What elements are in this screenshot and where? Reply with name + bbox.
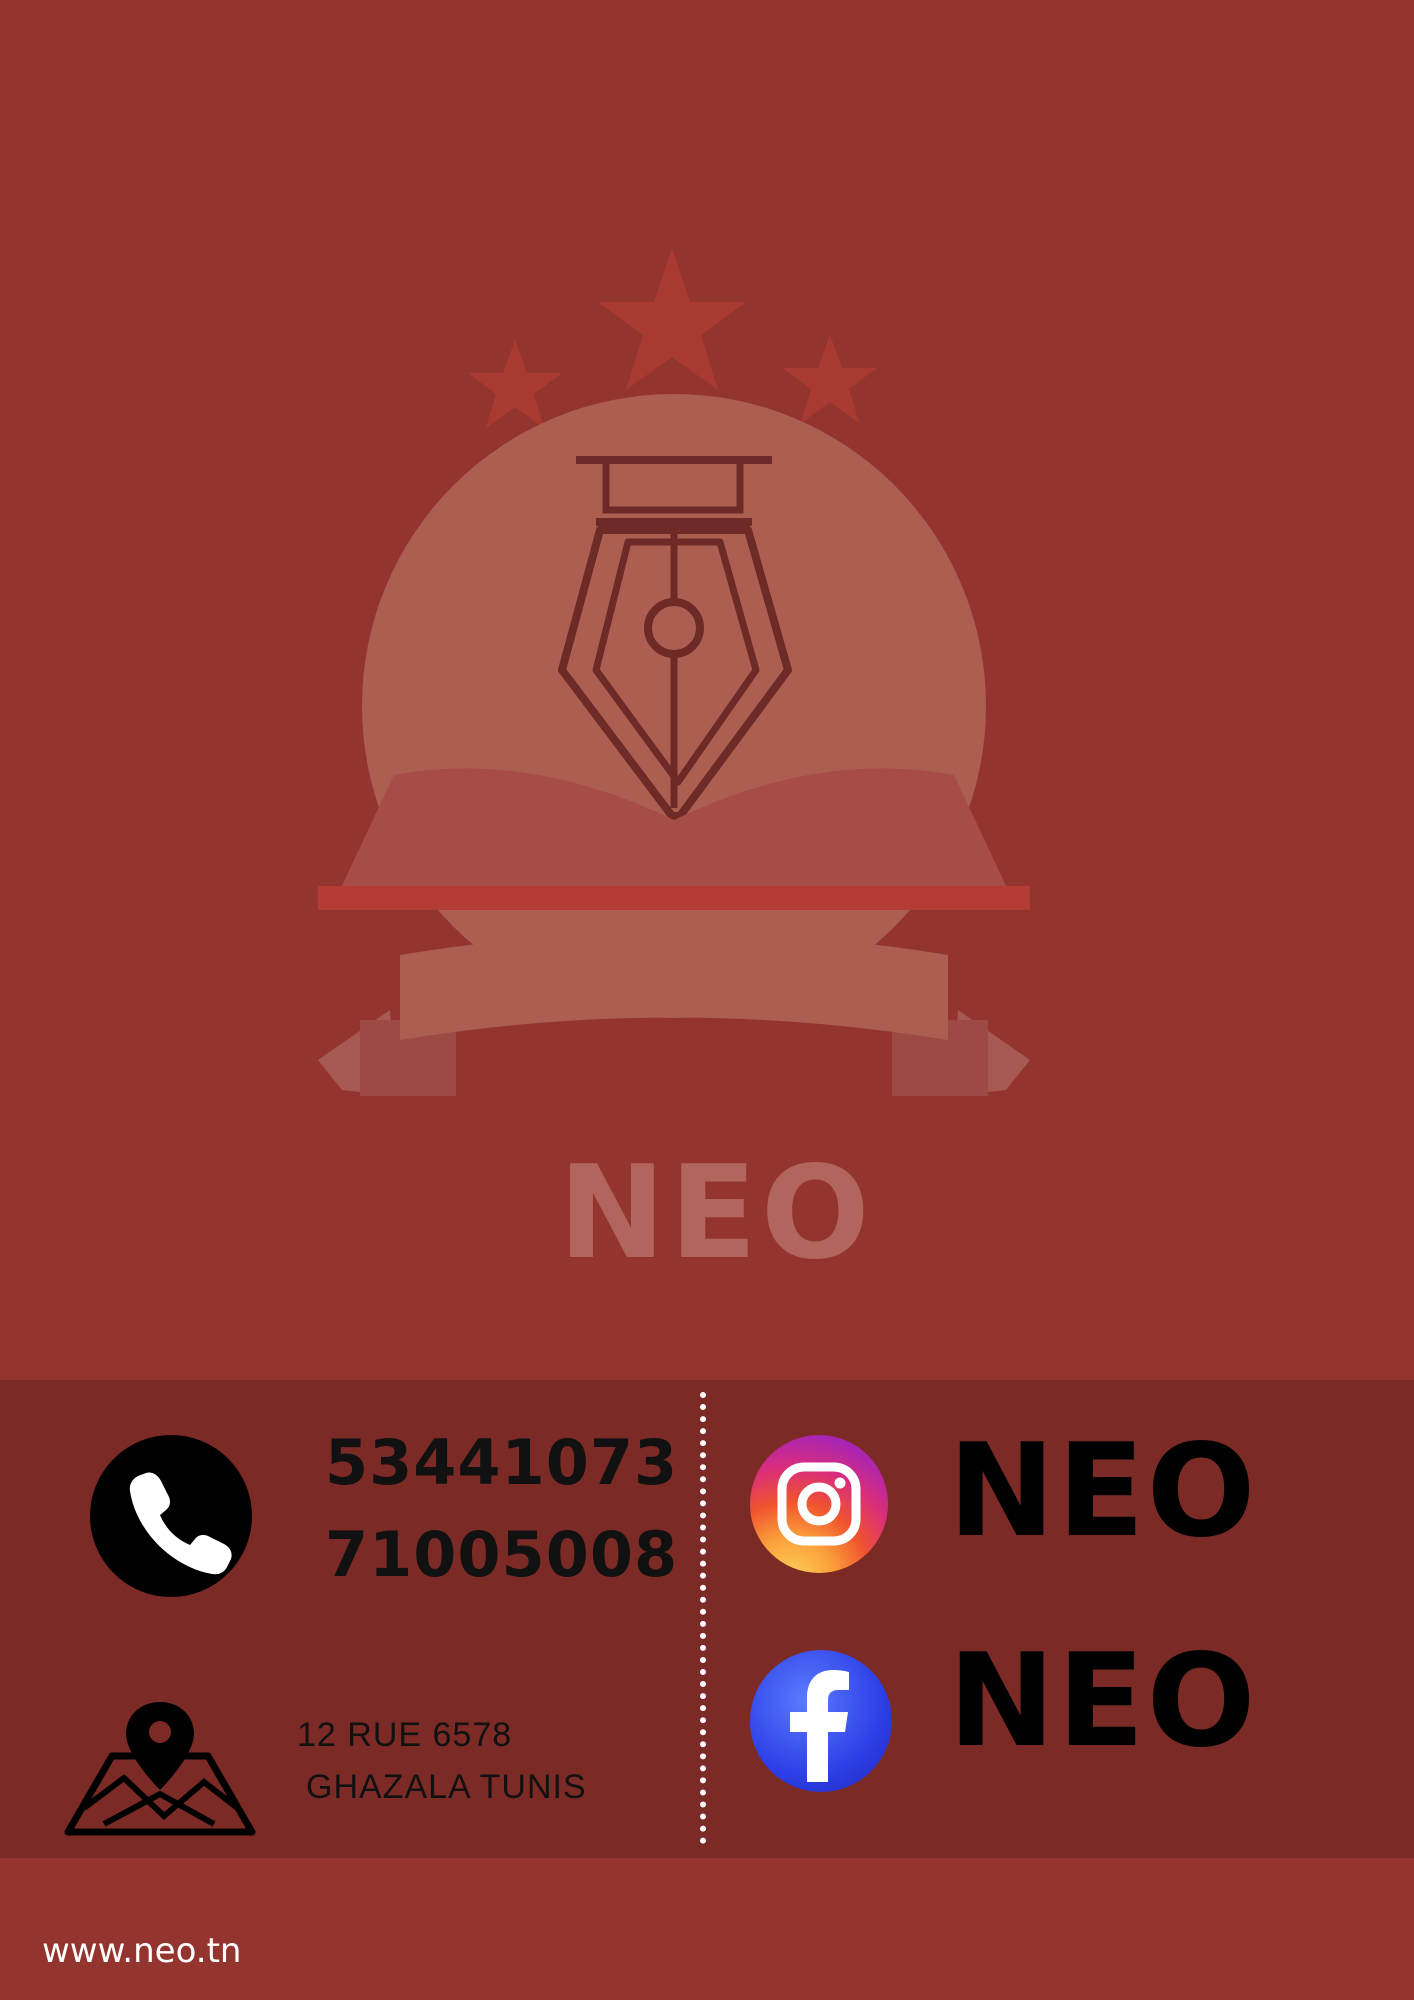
ribbon-band [400,932,948,1040]
star-icon [783,335,877,423]
logo-wordmark: NEO [558,1139,874,1288]
star-icon [598,248,746,390]
flyer-page: NEO 53441073 71005008 12 RUE 6578 GHAZAL… [0,0,1414,2000]
pen-nib-hole [644,598,704,658]
facebook-handle[interactable]: NEO [948,1638,1257,1766]
phone-number[interactable]: 53441073 [325,1432,678,1494]
cap-board [576,456,772,464]
neo-logo-icon [318,248,1030,1096]
star-icon [468,340,562,428]
phone-icon [90,1435,252,1597]
instagram-icon[interactable] [750,1435,888,1573]
dotted-divider [700,1392,706,1844]
address-line: GHAZALA TUNIS [306,1768,587,1806]
contact-panel: 53441073 71005008 12 RUE 6578 GHAZALA TU… [0,1380,1414,1858]
book-base [318,886,1030,910]
map-pin-icon [64,1702,256,1836]
instagram-handle[interactable]: NEO [948,1428,1257,1556]
address-line: 12 RUE 6578 [297,1716,513,1754]
phone-number[interactable]: 71005008 [325,1524,678,1586]
facebook-icon[interactable] [750,1650,892,1792]
website-link[interactable]: www.neo.tn [42,1934,241,1968]
